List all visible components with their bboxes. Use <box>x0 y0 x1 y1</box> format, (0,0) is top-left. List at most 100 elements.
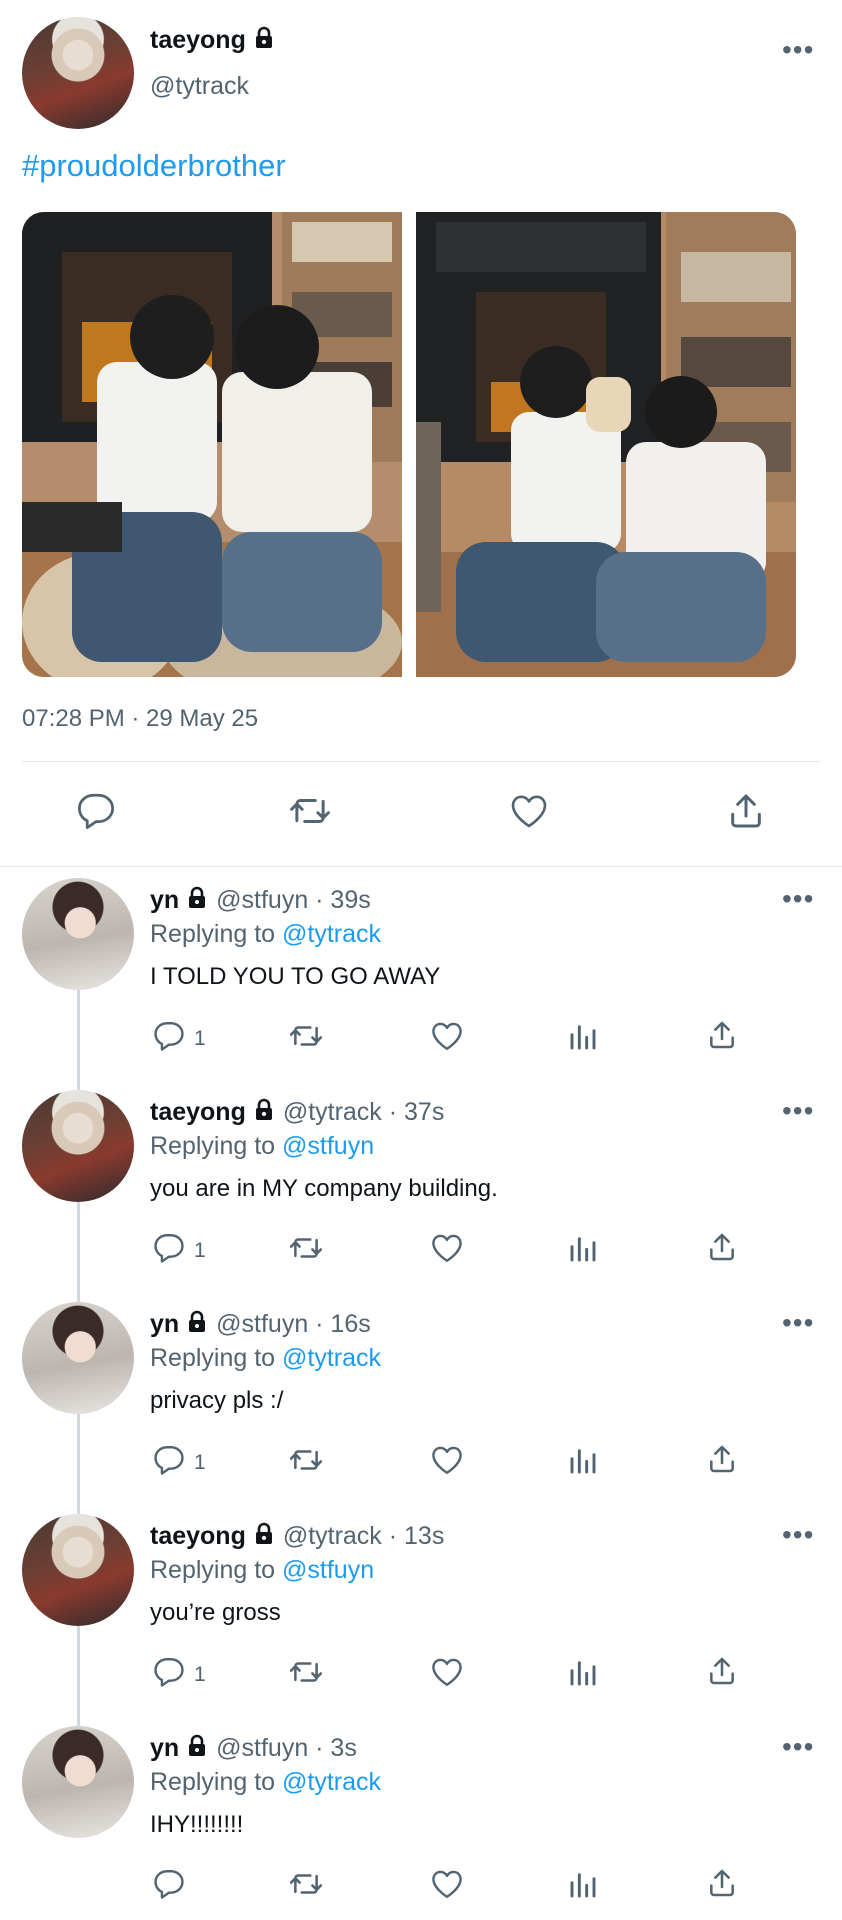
replying-label: Replying to <box>150 1556 283 1584</box>
divider <box>0 866 842 867</box>
retweet-icon[interactable] <box>288 1019 324 1058</box>
avatar[interactable] <box>22 1090 134 1202</box>
reply-icon <box>152 1867 186 1907</box>
views-icon[interactable] <box>568 1019 600 1058</box>
photo-2-image <box>416 212 796 677</box>
display-name[interactable]: yn <box>150 1734 179 1762</box>
author-line: taeyong @tytrack · 13s <box>150 1522 444 1553</box>
replying-to: Replying to @stfuyn <box>150 1556 374 1585</box>
handle-time[interactable]: @stfuyn · 39s <box>216 886 371 914</box>
lock-icon <box>185 886 209 917</box>
author-line: yn @stfuyn · 3s <box>150 1734 357 1765</box>
retweet-icon[interactable] <box>288 1231 324 1270</box>
more-icon[interactable]: ••• <box>782 1309 814 1337</box>
like-icon[interactable] <box>430 1655 464 1694</box>
retweet-icon[interactable] <box>288 1443 324 1482</box>
display-name[interactable]: taeyong <box>150 1522 246 1550</box>
author-line: yn @stfuyn · 39s <box>150 886 371 917</box>
avatar[interactable] <box>22 878 134 990</box>
reply-button[interactable] <box>152 1867 194 1907</box>
avatar[interactable] <box>22 17 134 129</box>
replying-to: Replying to @tytrack <box>150 920 381 949</box>
replying-to-link[interactable]: @tytrack <box>282 1768 381 1796</box>
retweet-icon[interactable] <box>288 790 332 837</box>
author-line: taeyong <box>150 26 276 55</box>
thread-line <box>77 1414 80 1514</box>
reply-count: 1 <box>194 1027 206 1050</box>
like-icon[interactable] <box>430 1019 464 1058</box>
handle[interactable]: @tytrack <box>150 72 249 101</box>
thread-line <box>77 1202 80 1302</box>
share-icon[interactable] <box>706 1442 738 1481</box>
replying-label: Replying to <box>150 1132 283 1160</box>
more-icon[interactable]: ••• <box>782 36 814 64</box>
reply-button[interactable]: 1 <box>152 1655 206 1695</box>
replying-to-link[interactable]: @stfuyn <box>282 1556 374 1584</box>
more-icon[interactable]: ••• <box>782 1097 814 1125</box>
avatar[interactable] <box>22 1302 134 1414</box>
replying-label: Replying to <box>150 920 283 948</box>
tweet-text[interactable]: #proudolderbrother <box>22 148 286 184</box>
reply-button[interactable]: 1 <box>152 1231 206 1271</box>
share-icon[interactable] <box>726 790 766 837</box>
replying-to-link[interactable]: @tytrack <box>282 1344 381 1372</box>
more-icon[interactable]: ••• <box>782 1733 814 1761</box>
display-name[interactable]: taeyong <box>150 1098 246 1126</box>
tweet-timestamp: 07:28 PM · 29 May 25 <box>22 705 259 732</box>
lock-icon <box>185 1310 209 1341</box>
reply-text[interactable]: you’re gross <box>150 1599 281 1627</box>
like-icon[interactable] <box>430 1231 464 1270</box>
share-icon[interactable] <box>706 1230 738 1269</box>
reply-button[interactable]: 1 <box>152 1443 206 1483</box>
display-name[interactable]: taeyong <box>150 26 246 54</box>
lock-icon <box>252 26 276 55</box>
handle-time[interactable]: @tytrack · 13s <box>283 1522 445 1550</box>
handle-time[interactable]: @stfuyn · 3s <box>216 1734 357 1762</box>
lock-icon <box>252 1098 276 1129</box>
display-name[interactable]: yn <box>150 886 179 914</box>
retweet-icon[interactable] <box>288 1655 324 1694</box>
photo-1-image <box>22 212 402 677</box>
retweet-icon[interactable] <box>288 1867 324 1906</box>
thread-line <box>77 990 80 1090</box>
reply-text[interactable]: privacy pls :/ <box>150 1387 283 1415</box>
views-icon[interactable] <box>568 1655 600 1694</box>
more-icon[interactable]: ••• <box>782 1521 814 1549</box>
author-line: taeyong @tytrack · 37s <box>150 1098 444 1129</box>
more-icon[interactable]: ••• <box>782 885 814 913</box>
replying-to: Replying to @stfuyn <box>150 1132 374 1161</box>
reply-icon <box>152 1443 186 1483</box>
lock-icon <box>185 1734 209 1765</box>
share-icon[interactable] <box>706 1866 738 1905</box>
share-icon[interactable] <box>706 1654 738 1693</box>
tweet-photo-2[interactable] <box>416 212 796 677</box>
avatar[interactable] <box>22 1514 134 1626</box>
reply-count: 1 <box>194 1239 206 1262</box>
reply-text[interactable]: you are in MY company building. <box>150 1175 498 1203</box>
replying-to-link[interactable]: @tytrack <box>282 920 381 948</box>
replying-to: Replying to @tytrack <box>150 1344 381 1373</box>
reply-icon[interactable] <box>75 790 117 837</box>
reply-count: 1 <box>194 1663 206 1686</box>
like-icon[interactable] <box>430 1867 464 1906</box>
like-icon[interactable] <box>430 1443 464 1482</box>
handle-time[interactable]: @stfuyn · 16s <box>216 1310 371 1338</box>
replying-label: Replying to <box>150 1344 283 1372</box>
replying-label: Replying to <box>150 1768 283 1796</box>
display-name[interactable]: yn <box>150 1310 179 1338</box>
like-icon[interactable] <box>508 791 550 836</box>
views-icon[interactable] <box>568 1443 600 1482</box>
lock-icon <box>252 1522 276 1553</box>
replying-to-link[interactable]: @stfuyn <box>282 1132 374 1160</box>
reply-text[interactable]: I TOLD YOU TO GO AWAY <box>150 963 440 991</box>
handle-time[interactable]: @tytrack · 37s <box>283 1098 445 1126</box>
share-icon[interactable] <box>706 1018 738 1057</box>
avatar[interactable] <box>22 1726 134 1838</box>
reply-icon <box>152 1231 186 1271</box>
views-icon[interactable] <box>568 1231 600 1270</box>
tweet-photo-1[interactable] <box>22 212 402 677</box>
reply-count: 1 <box>194 1451 206 1474</box>
views-icon[interactable] <box>568 1867 600 1906</box>
reply-text[interactable]: IHY!!!!!!!! <box>150 1811 243 1839</box>
reply-button[interactable]: 1 <box>152 1019 206 1059</box>
